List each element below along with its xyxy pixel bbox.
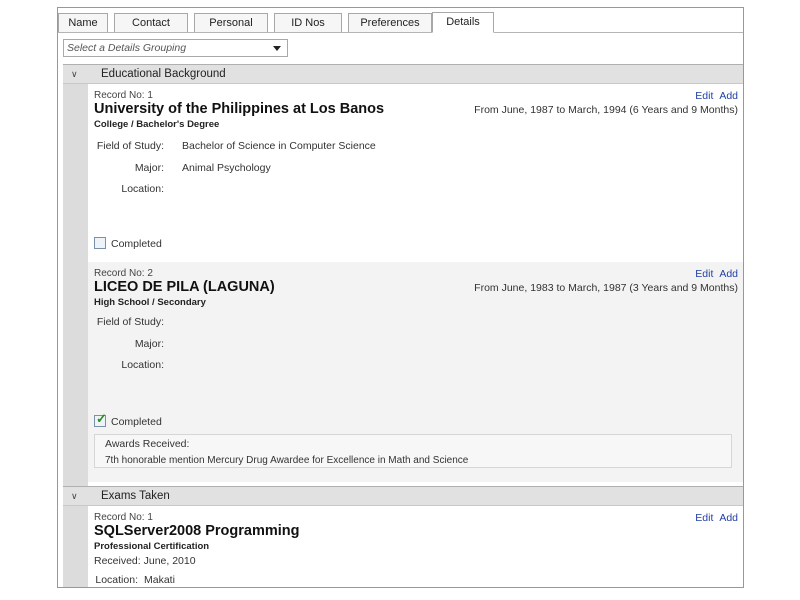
add-link[interactable]: Add: [719, 268, 738, 280]
grouping-placeholder: Select a Details Grouping: [67, 42, 187, 54]
major-label: Major:: [134, 162, 164, 174]
awards-received-box: Awards Received: 7th honorable mention M…: [94, 434, 732, 468]
field-of-study-label: Field of Study:: [96, 140, 164, 152]
awards-received-text: 7th honorable mention Mercury Drug Award…: [105, 455, 469, 466]
checkmark-icon: ✓: [96, 411, 107, 426]
exam-record: Record No: 1 Edit Add SQLServer2008 Prog…: [88, 506, 743, 587]
add-link[interactable]: Add: [719, 90, 738, 102]
collapse-chevron-icon[interactable]: ∨: [71, 65, 78, 83]
details-grouping-select[interactable]: Select a Details Grouping: [63, 39, 288, 57]
record-title: SQLServer2008 Programming: [94, 523, 300, 539]
list-gutter: [63, 64, 88, 587]
record-number: Record No: 1: [94, 512, 153, 523]
record-subtitle: High School / Secondary: [94, 297, 206, 308]
tab-name[interactable]: Name: [58, 13, 108, 32]
completed-label: Completed: [111, 238, 162, 250]
completed-checkbox[interactable]: [94, 237, 106, 249]
edit-link[interactable]: Edit: [695, 512, 713, 524]
tab-preferences[interactable]: Preferences: [348, 13, 432, 32]
completed-checkbox[interactable]: ✓: [94, 411, 107, 427]
group-title: Educational Background: [101, 68, 226, 80]
completed-label: Completed: [111, 416, 162, 428]
record-dates: From June, 1983 to March, 1987 (3 Years …: [474, 282, 738, 294]
group-header-education[interactable]: ∨ Educational Background: [63, 64, 743, 84]
group-header-exams[interactable]: ∨ Exams Taken: [63, 486, 743, 506]
details-panel: Name Contact Personal ID Nos Preferences…: [57, 7, 744, 588]
group-title: Exams Taken: [101, 490, 170, 502]
record-actions: Edit Add: [695, 268, 738, 280]
location-label: Location:: [121, 183, 164, 195]
record-actions: Edit Add: [695, 512, 738, 524]
record-subtitle: College / Bachelor's Degree: [94, 119, 220, 130]
received-date: Received: June, 2010: [94, 555, 196, 567]
tab-personal[interactable]: Personal: [194, 13, 268, 32]
record-title: LICEO DE PILA (LAGUNA): [94, 279, 275, 295]
record-number: Record No: 1: [94, 90, 153, 101]
record-title: University of the Philippines at Los Ban…: [94, 101, 385, 117]
tab-strip: Name Contact Personal ID Nos Preferences…: [58, 8, 743, 33]
add-link[interactable]: Add: [719, 512, 738, 524]
education-record: Record No: 1 Edit Add University of the …: [88, 84, 743, 262]
tab-contact[interactable]: Contact: [114, 13, 188, 32]
awards-received-label: Awards Received:: [105, 438, 190, 450]
collapse-chevron-icon[interactable]: ∨: [71, 487, 78, 505]
location-label: Location:: [95, 574, 138, 586]
details-list: ∨ Educational Background Record No: 1 Ed…: [63, 64, 743, 587]
record-dates: From June, 1987 to March, 1994 (6 Years …: [474, 104, 738, 116]
record-subtitle: Professional Certification: [94, 541, 210, 552]
field-of-study-value: Bachelor of Science in Computer Science: [182, 140, 376, 152]
major-value: Animal Psychology: [182, 162, 271, 174]
location-label: Location:: [121, 359, 164, 371]
tab-details[interactable]: Details: [432, 12, 494, 33]
major-label: Major:: [134, 338, 164, 350]
tab-id-nos[interactable]: ID Nos: [274, 13, 342, 32]
chevron-down-icon: [273, 46, 281, 51]
edit-link[interactable]: Edit: [695, 268, 713, 280]
edit-link[interactable]: Edit: [695, 90, 713, 102]
field-of-study-label: Field of Study:: [96, 316, 164, 328]
location-value: Makati: [144, 574, 175, 586]
record-number: Record No: 2: [94, 268, 153, 279]
record-actions: Edit Add: [695, 90, 738, 102]
education-record: Record No: 2 Edit Add LICEO DE PILA (LAG…: [88, 262, 743, 482]
